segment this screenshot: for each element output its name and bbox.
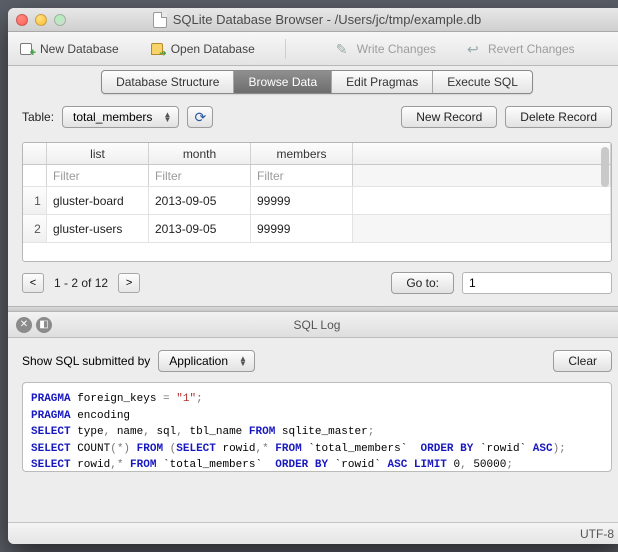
log-filter-row: Show SQL submitted by Application ▲▼ Cle… xyxy=(22,350,612,372)
chevron-updown-icon: ▲▼ xyxy=(160,112,174,122)
write-changes-button: Write Changes xyxy=(335,41,436,57)
log-header: ✕ ◧ SQL Log xyxy=(8,312,618,338)
filter-empty xyxy=(353,165,611,186)
window-title-text: SQLite Database Browser - /Users/jc/tmp/… xyxy=(173,12,482,27)
submitter-value: Application xyxy=(169,354,228,368)
clear-log-button[interactable]: Clear xyxy=(553,350,612,372)
filter-list[interactable]: Filter xyxy=(47,165,149,186)
cell-members[interactable]: 99999 xyxy=(251,215,353,242)
tab-pragmas[interactable]: Edit Pragmas xyxy=(332,71,433,93)
write-changes-icon xyxy=(335,41,351,57)
window-controls xyxy=(16,14,66,26)
sql-log-textarea[interactable]: PRAGMA foreign_keys = "1"; PRAGMA encodi… xyxy=(22,382,612,472)
browse-toolbar: Table: total_members ▲▼ ⟳ New Record Del… xyxy=(22,106,612,128)
close-icon[interactable] xyxy=(16,14,28,26)
tab-structure[interactable]: Database Structure xyxy=(102,71,234,93)
chevron-updown-icon: ▲▼ xyxy=(236,356,250,366)
table-select-value: total_members xyxy=(73,110,152,124)
pager: < 1 - 2 of 12 > Go to: xyxy=(22,272,612,294)
minimize-icon[interactable] xyxy=(35,14,47,26)
page-range: 1 - 2 of 12 xyxy=(54,276,108,290)
cell-month[interactable]: 2013-09-05 xyxy=(149,215,251,242)
cell-list[interactable]: gluster-board xyxy=(47,187,149,214)
app-window: SQLite Database Browser - /Users/jc/tmp/… xyxy=(8,8,618,544)
table-select[interactable]: total_members ▲▼ xyxy=(62,106,179,128)
goto-group: Go to: xyxy=(391,272,612,294)
goto-input[interactable] xyxy=(462,272,612,294)
cell-members[interactable]: 99999 xyxy=(251,187,353,214)
new-database-button[interactable]: New Database xyxy=(18,41,119,57)
show-sql-label: Show SQL submitted by xyxy=(22,354,150,368)
filter-rownum xyxy=(23,165,47,186)
new-database-label: New Database xyxy=(40,42,119,56)
col-header-month[interactable]: month xyxy=(149,143,251,164)
delete-record-button[interactable]: Delete Record xyxy=(505,106,612,128)
refresh-button[interactable]: ⟳ xyxy=(187,106,213,128)
row-number: 1 xyxy=(23,187,47,214)
encoding-label: UTF-8 xyxy=(580,527,614,541)
document-icon xyxy=(153,12,167,28)
table-row[interactable]: 1gluster-board2013-09-0599999 xyxy=(23,187,611,215)
popout-panel-button[interactable]: ◧ xyxy=(36,317,52,333)
cell-list[interactable]: gluster-users xyxy=(47,215,149,242)
browse-panel: Table: total_members ▲▼ ⟳ New Record Del… xyxy=(8,94,618,302)
close-panel-button[interactable]: ✕ xyxy=(16,317,32,333)
filter-row: Filter Filter Filter xyxy=(23,165,611,187)
filter-month[interactable]: Filter xyxy=(149,165,251,186)
row-number: 2 xyxy=(23,215,47,242)
tabbar: Database Structure Browse Data Edit Prag… xyxy=(8,66,618,94)
tab-browse[interactable]: Browse Data xyxy=(234,71,332,93)
new-record-button[interactable]: New Record xyxy=(401,106,497,128)
col-header-list[interactable]: list xyxy=(47,143,149,164)
col-header-empty xyxy=(353,143,611,164)
open-database-icon xyxy=(149,41,165,57)
refresh-icon: ⟳ xyxy=(195,109,207,126)
window-title: SQLite Database Browser - /Users/jc/tmp/… xyxy=(8,12,618,28)
tab-sql[interactable]: Execute SQL xyxy=(433,71,532,93)
revert-changes-button: Revert Changes xyxy=(466,41,575,57)
toolbar-divider xyxy=(285,39,305,59)
revert-changes-label: Revert Changes xyxy=(488,42,575,56)
revert-changes-icon xyxy=(466,41,482,57)
write-changes-label: Write Changes xyxy=(357,42,436,56)
open-database-button[interactable]: Open Database xyxy=(149,41,255,57)
titlebar: SQLite Database Browser - /Users/jc/tmp/… xyxy=(8,8,618,32)
zoom-icon[interactable] xyxy=(54,14,66,26)
tabs: Database Structure Browse Data Edit Prag… xyxy=(101,70,533,94)
log-panel: Show SQL submitted by Application ▲▼ Cle… xyxy=(8,338,618,522)
scrollbar[interactable] xyxy=(601,147,609,187)
new-database-icon xyxy=(18,41,34,57)
toolbar: New Database Open Database Write Changes… xyxy=(8,32,618,66)
table-row[interactable]: 2gluster-users2013-09-0599999 xyxy=(23,215,611,243)
cell-empty xyxy=(353,215,611,242)
log-title: SQL Log xyxy=(8,318,618,332)
col-header-members[interactable]: members xyxy=(251,143,353,164)
table-label: Table: xyxy=(22,110,54,124)
next-page-button[interactable]: > xyxy=(118,273,140,293)
data-grid[interactable]: list month members Filter Filter Filter … xyxy=(22,142,612,262)
goto-button[interactable]: Go to: xyxy=(391,272,454,294)
submitter-select[interactable]: Application ▲▼ xyxy=(158,350,255,372)
statusbar: UTF-8 xyxy=(8,522,618,544)
cell-month[interactable]: 2013-09-05 xyxy=(149,187,251,214)
cell-empty xyxy=(353,187,611,214)
prev-page-button[interactable]: < xyxy=(22,273,44,293)
filter-members[interactable]: Filter xyxy=(251,165,353,186)
open-database-label: Open Database xyxy=(171,42,255,56)
row-number-header xyxy=(23,143,47,164)
grid-header: list month members xyxy=(23,143,611,165)
